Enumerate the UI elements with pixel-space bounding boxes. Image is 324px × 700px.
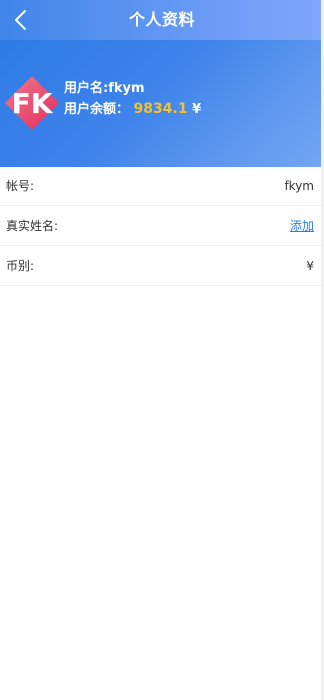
- username-label: 用户名:: [64, 81, 109, 96]
- svg-text:FK: FK: [12, 87, 54, 120]
- list-item-currency: 币别: ¥: [0, 247, 324, 286]
- top-navigation-bar: 个人资料: [0, 0, 324, 40]
- account-label: 帐号:: [6, 179, 35, 193]
- avatar: FK: [4, 75, 60, 131]
- list-item-account: 帐号: fkym: [0, 167, 324, 206]
- real-name-label: 真实姓名:: [6, 219, 59, 233]
- account-value: fkym: [284, 179, 314, 193]
- user-info: 用户名:fkym 用户余额： 9834.1 ¥: [64, 78, 201, 120]
- currency-symbol: ¥: [192, 102, 202, 117]
- profile-page: 个人资料 FK 用户名:fkym 用户余额： 9834.1 ¥ 帐号: fkym…: [0, 0, 324, 700]
- profile-info-list: 帐号: fkym 真实姓名: 添加 币别: ¥: [0, 167, 324, 286]
- username-value: fkym: [108, 81, 145, 96]
- profile-header: FK 用户名:fkym 用户余额： 9834.1 ¥: [0, 40, 324, 167]
- username-row: 用户名:fkym: [64, 78, 201, 99]
- list-item-real-name: 真实姓名: 添加: [0, 207, 324, 246]
- balance-row: 用户余额： 9834.1 ¥: [64, 99, 201, 120]
- currency-value: ¥: [306, 259, 314, 273]
- currency-label: 币别:: [6, 259, 35, 273]
- balance-value: 9834.1: [133, 101, 188, 117]
- page-title: 个人资料: [128, 10, 195, 29]
- fk-logo-icon: FK: [5, 76, 59, 130]
- balance-label: 用户余额：: [64, 102, 130, 117]
- add-real-name-link[interactable]: 添加: [290, 218, 314, 234]
